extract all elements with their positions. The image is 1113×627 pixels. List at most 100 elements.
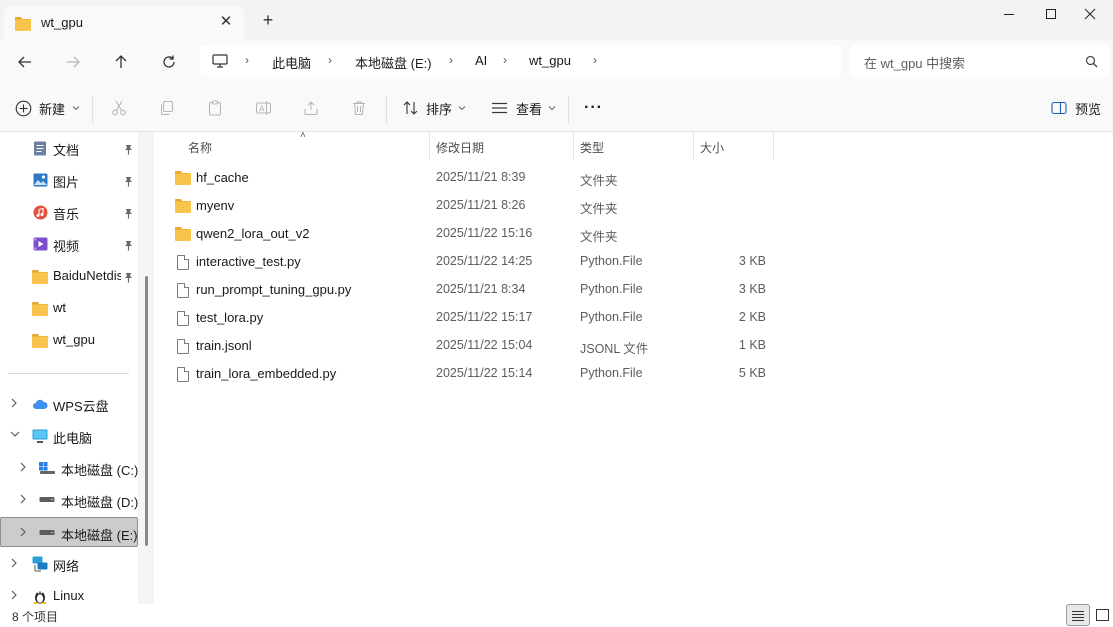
breadcrumb-this-pc[interactable]: 此电脑 [272, 53, 311, 72]
breadcrumb-separator[interactable]: › [449, 53, 453, 67]
new-button[interactable]: 新建 [15, 96, 80, 120]
preview-label: 预览 [1075, 101, 1102, 117]
sidebar-item-network[interactable]: 网络 [0, 550, 138, 578]
breadcrumb-separator[interactable]: › [503, 53, 507, 67]
chevron-down-icon[interactable] [10, 430, 20, 438]
up-button[interactable] [109, 50, 133, 74]
column-divider[interactable] [773, 132, 774, 160]
file-name: qwen2_lora_out_v2 [196, 226, 310, 241]
pin-icon[interactable] [123, 208, 134, 219]
table-row[interactable]: test_lora.py 2025/11/22 15:17 Python.Fil… [169, 304, 779, 332]
sidebar-item-wps-cloud[interactable]: WPS云盘 [0, 390, 138, 418]
new-tab-button[interactable]: + [258, 10, 278, 30]
search-box[interactable]: 在 wt_gpu 中搜索 [850, 45, 1109, 77]
sidebar-item-label: 此电脑 [53, 431, 93, 446]
breadcrumb-separator[interactable]: › [328, 53, 332, 67]
command-bar: 新建 A 排序 查看 ··· 预览 [0, 84, 1113, 132]
chevron-right-icon[interactable] [19, 462, 27, 472]
chevron-right-icon[interactable] [10, 590, 18, 600]
chevron-right-icon[interactable] [19, 527, 27, 537]
monitor-icon [212, 54, 228, 68]
sidebar-item-label: 本地磁盘 (D:) [61, 495, 139, 510]
table-row[interactable]: myenv 2025/11/21 8:26 文件夹 [169, 192, 779, 220]
details-view-button[interactable] [1066, 604, 1090, 626]
preview-pane-button[interactable]: 预览 [1051, 96, 1101, 120]
column-divider[interactable] [573, 132, 574, 160]
minimize-button[interactable] [986, 0, 1032, 28]
sidebar-item-label: 本地磁盘 (C:) [61, 463, 139, 478]
table-row[interactable]: train_lora_embedded.py 2025/11/22 15:14 … [169, 360, 779, 388]
refresh-button[interactable] [157, 50, 181, 74]
sidebar-item-documents[interactable]: 文档 [0, 134, 138, 162]
sidebar-item-videos[interactable]: 视频 [0, 230, 138, 258]
pin-icon[interactable] [123, 144, 134, 155]
share-button[interactable] [303, 96, 319, 120]
pin-icon[interactable] [123, 240, 134, 251]
minimize-icon [1004, 14, 1014, 15]
sidebar-item-wt[interactable]: wt [0, 294, 138, 322]
sidebar-item-music[interactable]: 音乐 [0, 198, 138, 226]
view-button[interactable]: 查看 [491, 96, 556, 120]
table-row[interactable]: run_prompt_tuning_gpu.py 2025/11/21 8:34… [169, 276, 779, 304]
tab-wt-gpu[interactable]: wt_gpu ✕ [4, 6, 244, 40]
chevron-down-icon [72, 106, 80, 111]
sidebar-item-pictures[interactable]: 图片 [0, 166, 138, 194]
sidebar-item-drive-e[interactable]: 本地磁盘 (E:) [0, 517, 138, 547]
large-icons-view-button[interactable] [1094, 607, 1110, 623]
column-header-type[interactable]: 类型 [580, 139, 604, 156]
table-row[interactable]: hf_cache 2025/11/21 8:39 文件夹 [169, 164, 779, 192]
file-modified: 2025/11/22 15:17 [436, 310, 533, 324]
rename-button[interactable]: A [255, 96, 272, 120]
sidebar-scrollbar-thumb[interactable] [145, 276, 148, 546]
scissors-icon [112, 100, 126, 116]
file-type: Python.File [580, 282, 643, 296]
breadcrumb-ai[interactable]: AI [475, 53, 487, 68]
delete-button[interactable] [351, 96, 367, 120]
more-options-button[interactable]: ··· [584, 96, 603, 120]
plus-circle-icon [15, 100, 32, 116]
paste-button[interactable] [207, 96, 223, 120]
table-row[interactable]: qwen2_lora_out_v2 2025/11/22 15:16 文件夹 [169, 220, 779, 248]
pin-icon[interactable] [123, 272, 134, 283]
breadcrumb-separator[interactable]: › [593, 53, 597, 67]
table-row[interactable]: interactive_test.py 2025/11/22 14:25 Pyt… [169, 248, 779, 276]
column-header-size[interactable]: 大小 [700, 139, 724, 156]
pc-icon [32, 429, 48, 443]
share-icon [304, 101, 318, 115]
sidebar-item-label: 视频 [53, 239, 80, 254]
status-bar: 8 个项目 [0, 604, 1113, 627]
breadcrumb-separator[interactable]: › [245, 53, 249, 67]
preview-pane-icon [1051, 101, 1067, 115]
sidebar-item-wt-gpu[interactable]: wt_gpu [0, 326, 138, 354]
sidebar-item-this-pc[interactable]: 此电脑 [0, 422, 138, 450]
column-header-name[interactable]: 名称 [188, 139, 212, 156]
file-name: train_lora_embedded.py [196, 366, 337, 381]
cut-button[interactable] [111, 96, 127, 120]
forward-button[interactable] [61, 50, 85, 74]
sidebar-item-drive-c[interactable]: 本地磁盘 (C:) [0, 454, 138, 482]
sidebar-item-label: Linux [53, 588, 85, 603]
chevron-right-icon[interactable] [10, 398, 18, 408]
breadcrumb-wt-gpu[interactable]: wt_gpu [529, 53, 571, 68]
chevron-down-icon [548, 106, 556, 111]
file-list: ˄ 名称 修改日期 类型 大小 hf_cache 2025/11/21 8:39… [157, 130, 1113, 604]
close-window-button[interactable] [1067, 0, 1113, 28]
sort-icon [403, 101, 418, 115]
column-header-modified[interactable]: 修改日期 [436, 139, 484, 156]
back-button[interactable] [13, 50, 37, 74]
refresh-icon [163, 55, 175, 68]
table-row[interactable]: train.jsonl 2025/11/22 15:04 JSONL 文件 1 … [169, 332, 779, 360]
column-divider[interactable] [693, 132, 694, 160]
tab-close-button[interactable]: ✕ [216, 12, 236, 32]
sidebar-item-baidunetdisk[interactable]: BaiduNetdisk [0, 262, 138, 290]
pin-icon[interactable] [123, 176, 134, 187]
chevron-right-icon[interactable] [10, 558, 18, 568]
breadcrumb-drive-e[interactable]: 本地磁盘 (E:) [355, 53, 432, 72]
sort-button[interactable]: 排序 [402, 96, 466, 120]
search-input[interactable]: 在 wt_gpu 中搜索 [864, 53, 965, 72]
column-divider[interactable] [429, 132, 430, 160]
sidebar-item-drive-d[interactable]: 本地磁盘 (D:) [0, 486, 138, 514]
address-bar[interactable]: › 此电脑 › 本地磁盘 (E:) › AI › wt_gpu › [200, 45, 841, 77]
chevron-right-icon[interactable] [19, 494, 27, 504]
copy-button[interactable] [159, 96, 175, 120]
